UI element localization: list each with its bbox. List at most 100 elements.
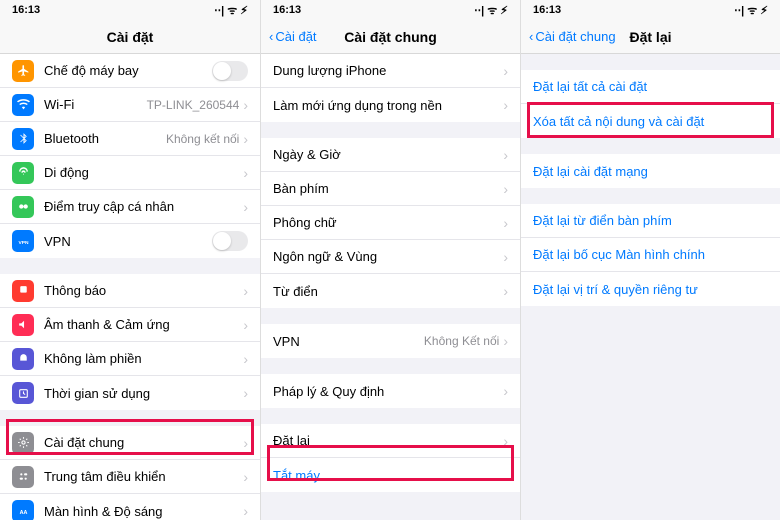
chevron-right-icon: › — [243, 503, 248, 519]
row-bgrefresh[interactable]: Làm mới ứng dụng trong nền › — [261, 88, 520, 122]
row-language[interactable]: Ngôn ngữ & Vùng › — [261, 240, 520, 274]
row-label: Âm thanh & Cảm ứng — [44, 317, 243, 332]
row-dictionary[interactable]: Từ điển › — [261, 274, 520, 308]
row-label: Màn hình & Độ sáng — [44, 504, 243, 519]
row-bluetooth[interactable]: Bluetooth Không kết nối › — [0, 122, 260, 156]
row-reset-kbdict[interactable]: Đặt lại từ điển bàn phím — [521, 204, 780, 238]
row-erase-all[interactable]: Xóa tất cả nội dung và cài đặt — [521, 104, 780, 138]
vpn-toggle[interactable] — [212, 231, 248, 251]
row-value: Không Kết nối — [424, 334, 499, 348]
row-label: Cài đặt chung — [44, 435, 243, 450]
row-reset-homescreen[interactable]: Đặt lại bố cục Màn hình chính — [521, 238, 780, 272]
phone-2: 16:13 ⋅⋅| ᯤ ⚡︎ ‹ Cài đặt Cài đặt chung D… — [260, 0, 520, 520]
row-datetime[interactable]: Ngày & Giờ › — [261, 138, 520, 172]
back-label: Cài đặt chung — [535, 29, 615, 44]
row-keyboard[interactable]: Bàn phím › — [261, 172, 520, 206]
wifi-icon: ᯤ — [227, 3, 237, 18]
row-label: Thông báo — [44, 283, 243, 298]
row-vpn[interactable]: VPN VPN — [0, 224, 260, 258]
notifications-icon — [12, 280, 34, 302]
wifi-icon: ᯤ — [487, 3, 497, 18]
row-notifications[interactable]: Thông báo › — [0, 274, 260, 308]
row-label: Không làm phiền — [44, 351, 243, 366]
row-label: Đặt lại tất cả cài đặt — [533, 79, 768, 94]
display-icon: AA — [12, 500, 34, 520]
chevron-right-icon: › — [243, 435, 248, 451]
svg-text:AA: AA — [19, 510, 27, 516]
back-label: Cài đặt — [275, 29, 316, 44]
row-vpn[interactable]: VPN Không Kết nối › — [261, 324, 520, 358]
chevron-right-icon: › — [243, 351, 248, 367]
row-label: Từ điển — [273, 284, 503, 299]
battery-icon: ⚡︎ — [240, 4, 248, 17]
chevron-right-icon: › — [503, 433, 508, 449]
back-button[interactable]: ‹ Cài đặt — [269, 29, 317, 44]
row-display[interactable]: AA Màn hình & Độ sáng › — [0, 494, 260, 520]
row-reset-all-settings[interactable]: Đặt lại tất cả cài đặt — [521, 70, 780, 104]
row-label: Đặt lại — [273, 433, 503, 448]
row-hotspot[interactable]: Điểm truy cập cá nhân › — [0, 190, 260, 224]
row-label: Bàn phím — [273, 181, 503, 196]
status-bar: 16:13 ⋅⋅| ᯤ ⚡︎ — [521, 0, 780, 20]
wifi-icon — [12, 94, 34, 116]
row-general[interactable]: Cài đặt chung › — [0, 426, 260, 460]
chevron-right-icon: › — [503, 147, 508, 163]
wifi-icon: ᯤ — [747, 3, 757, 18]
screentime-icon — [12, 382, 34, 404]
row-airplane[interactable]: Chế độ máy bay — [0, 54, 260, 88]
airplane-toggle[interactable] — [212, 61, 248, 81]
row-cellular[interactable]: Di động › — [0, 156, 260, 190]
row-label: Đặt lại cài đặt mạng — [533, 164, 768, 179]
chevron-left-icon: ‹ — [269, 29, 273, 44]
cellular-icon — [12, 162, 34, 184]
chevron-left-icon: ‹ — [529, 29, 533, 44]
row-label: Trung tâm điều khiển — [44, 469, 243, 484]
row-label: Pháp lý & Quy định — [273, 384, 503, 399]
row-sounds[interactable]: Âm thanh & Cảm ứng › — [0, 308, 260, 342]
row-label: Xóa tất cả nội dung và cài đặt — [533, 114, 768, 129]
phone-3: 16:13 ⋅⋅| ᯤ ⚡︎ ‹ Cài đặt chung Đặt lại Đ… — [520, 0, 780, 520]
row-value: TP-LINK_260544 — [147, 98, 240, 112]
status-time: 16:13 — [273, 4, 301, 16]
row-label: Thời gian sử dụng — [44, 386, 243, 401]
row-storage[interactable]: Dung lượng iPhone › — [261, 54, 520, 88]
row-wifi[interactable]: Wi-Fi TP-LINK_260544 › — [0, 88, 260, 122]
row-label: Ngày & Giờ — [273, 147, 503, 162]
phone-1: 16:13 ⋅⋅| ᯤ ⚡︎ Cài đặt Chế độ máy bay Wi… — [0, 0, 260, 520]
row-controlcenter[interactable]: Trung tâm điều khiển › — [0, 460, 260, 494]
navbar: ‹ Cài đặt chung Đặt lại — [521, 20, 780, 54]
battery-icon: ⚡︎ — [500, 4, 508, 17]
bluetooth-icon — [12, 128, 34, 150]
chevron-right-icon: › — [243, 385, 248, 401]
vpn-icon: VPN — [12, 230, 34, 252]
page-title: Cài đặt — [107, 29, 154, 45]
row-label: Đặt lại vị trí & quyền riêng tư — [533, 282, 768, 297]
chevron-right-icon: › — [503, 181, 508, 197]
row-label: Chế độ máy bay — [44, 63, 212, 78]
hotspot-icon — [12, 196, 34, 218]
row-legal[interactable]: Pháp lý & Quy định › — [261, 374, 520, 408]
row-value: Không kết nối — [166, 132, 239, 146]
page-title: Đặt lại — [629, 29, 671, 45]
row-reset-network[interactable]: Đặt lại cài đặt mạng — [521, 154, 780, 188]
chevron-right-icon: › — [243, 97, 248, 113]
navbar: Cài đặt — [0, 20, 260, 54]
row-reset[interactable]: Đặt lại › — [261, 424, 520, 458]
chevron-right-icon: › — [243, 317, 248, 333]
row-shutdown[interactable]: Tắt máy — [261, 458, 520, 492]
back-button[interactable]: ‹ Cài đặt chung — [529, 29, 616, 44]
status-bar: 16:13 ⋅⋅| ᯤ ⚡︎ — [261, 0, 520, 20]
row-label: Dung lượng iPhone — [273, 63, 503, 78]
row-fonts[interactable]: Phông chữ › — [261, 206, 520, 240]
battery-icon: ⚡︎ — [760, 4, 768, 17]
signal-icon: ⋅⋅| — [214, 4, 224, 17]
signal-icon: ⋅⋅| — [734, 4, 744, 17]
status-time: 16:13 — [533, 4, 561, 16]
row-dnd[interactable]: Không làm phiền › — [0, 342, 260, 376]
row-label: VPN — [44, 234, 212, 249]
chevron-right-icon: › — [503, 283, 508, 299]
chevron-right-icon: › — [243, 283, 248, 299]
row-reset-privacy[interactable]: Đặt lại vị trí & quyền riêng tư — [521, 272, 780, 306]
row-label: Điểm truy cập cá nhân — [44, 199, 243, 214]
row-screentime[interactable]: Thời gian sử dụng › — [0, 376, 260, 410]
